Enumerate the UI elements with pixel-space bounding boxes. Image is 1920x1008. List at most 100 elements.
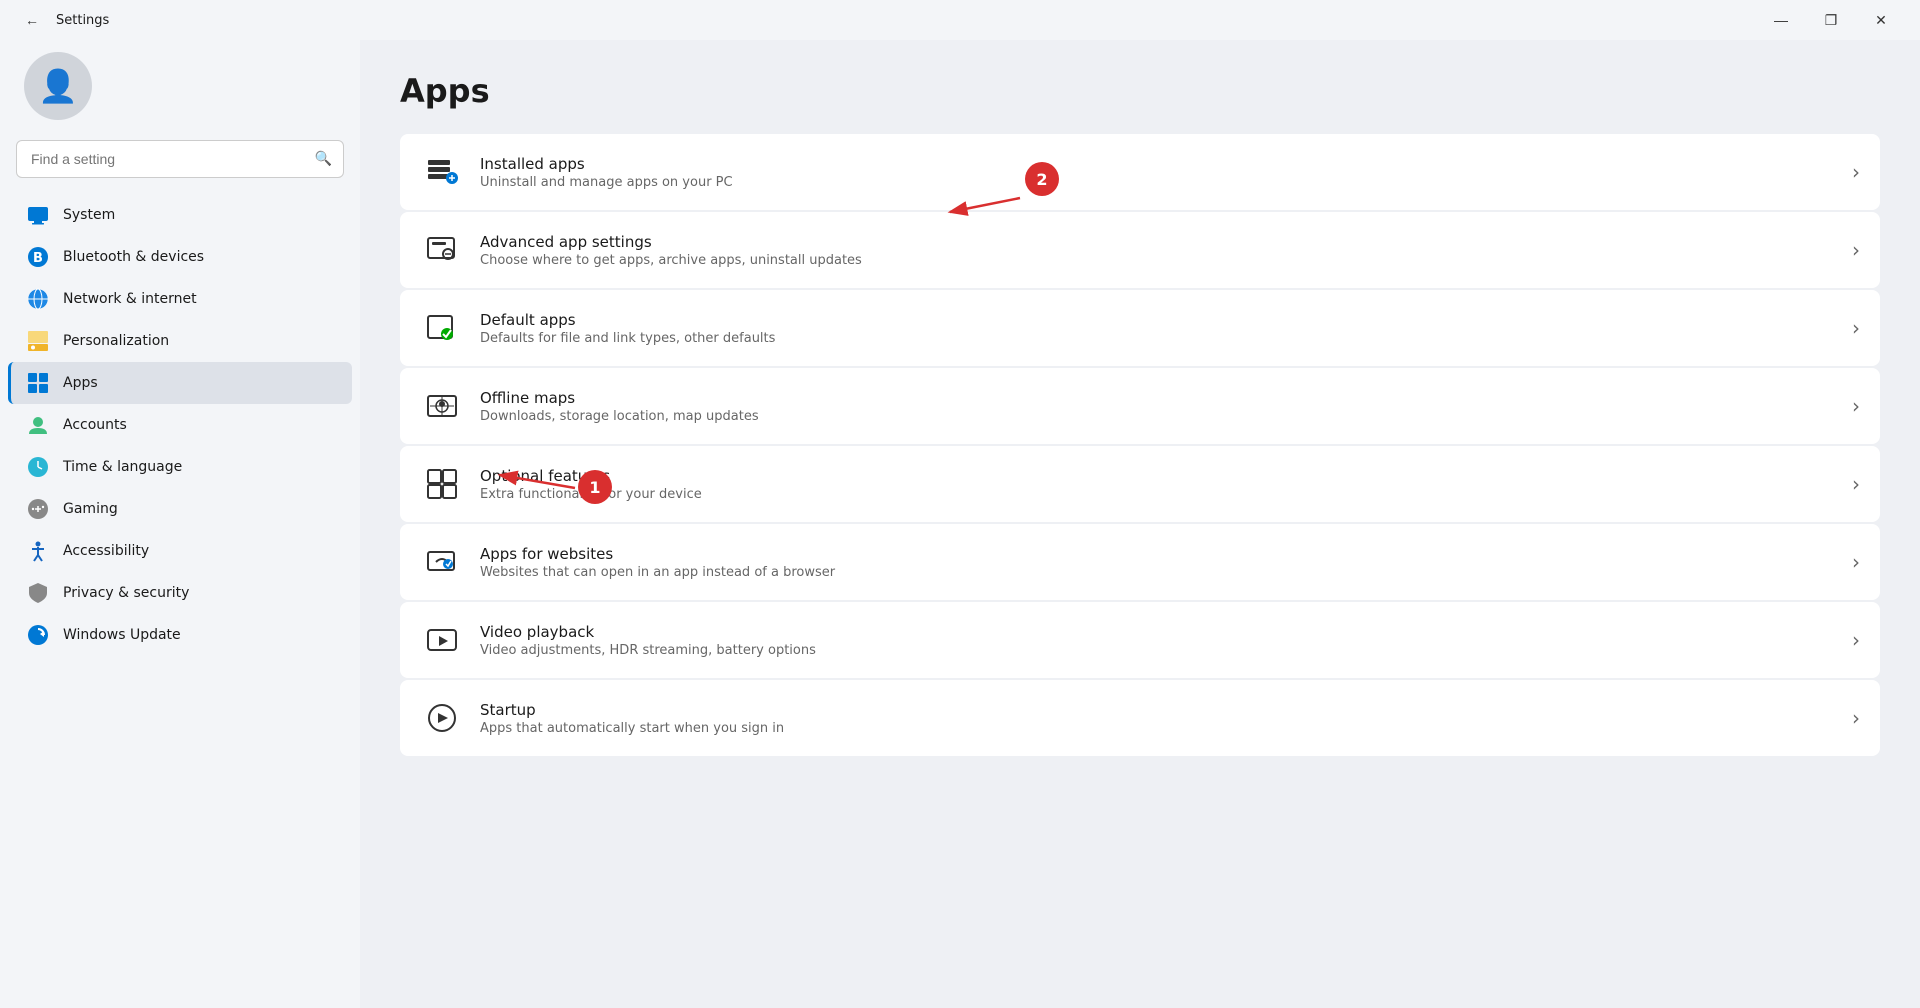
sidebar-item-label-privacy: Privacy & security — [63, 585, 189, 601]
svg-text:B: B — [33, 251, 43, 266]
settings-item-apps-for-websites[interactable]: Apps for websites Websites that can open … — [400, 524, 1880, 600]
startup-text: Startup Apps that automatically start whe… — [480, 701, 1836, 736]
user-profile[interactable]: 👤 — [8, 40, 352, 140]
startup-chevron: › — [1852, 706, 1860, 730]
accessibility-icon — [27, 540, 49, 562]
sidebar-item-label-gaming: Gaming — [63, 501, 118, 517]
video-playback-title: Video playback — [480, 623, 1836, 641]
sidebar-item-label-personalization: Personalization — [63, 333, 169, 349]
installed-apps-icon — [420, 150, 464, 194]
sidebar-item-personalization[interactable]: Personalization — [8, 320, 352, 362]
sidebar-item-label-bluetooth: Bluetooth & devices — [63, 249, 204, 265]
startup-title: Startup — [480, 701, 1836, 719]
startup-icon — [420, 696, 464, 740]
main-layout: 👤 🔍 System B Bluetooth & devices Network & … — [0, 40, 1920, 1008]
page-title: Apps — [400, 72, 1880, 110]
installed-apps-text: Installed apps Uninstall and manage apps … — [480, 155, 1836, 190]
video-playback-desc: Video adjustments, HDR streaming, batter… — [480, 643, 1836, 658]
personalization-icon — [27, 330, 49, 352]
installed-apps-title: Installed apps — [480, 155, 1836, 173]
bluetooth-icon: B — [27, 246, 49, 268]
sidebar: 👤 🔍 System B Bluetooth & devices Network & … — [0, 40, 360, 1008]
sidebar-item-privacy[interactable]: Privacy & security — [8, 572, 352, 614]
startup-desc: Apps that automatically start when you s… — [480, 721, 1836, 736]
window-controls: — ❐ ✕ — [1758, 4, 1904, 36]
sidebar-item-gaming[interactable]: Gaming — [8, 488, 352, 530]
sidebar-item-accessibility[interactable]: Accessibility — [8, 530, 352, 572]
avatar: 👤 — [24, 52, 92, 120]
settings-item-startup[interactable]: Startup Apps that automatically start whe… — [400, 680, 1880, 756]
advanced-app-settings-chevron: › — [1852, 238, 1860, 262]
advanced-app-settings-desc: Choose where to get apps, archive apps, … — [480, 253, 1836, 268]
back-button[interactable]: ← — [16, 4, 48, 36]
offline-maps-title: Offline maps — [480, 389, 1836, 407]
apps-for-websites-chevron: › — [1852, 550, 1860, 574]
windowsupdate-icon — [27, 624, 49, 646]
sidebar-item-label-windowsupdate: Windows Update — [63, 627, 181, 643]
search-box[interactable]: 🔍 — [16, 140, 344, 178]
minimize-button[interactable]: — — [1758, 4, 1804, 36]
advanced-app-settings-text: Advanced app settingsChoose where to get… — [480, 233, 1836, 268]
nav-list: System B Bluetooth & devices Network & inte… — [8, 194, 352, 656]
default-apps-chevron: › — [1852, 316, 1860, 340]
apps-for-websites-title: Apps for websites — [480, 545, 1836, 563]
accounts-icon — [27, 414, 49, 436]
settings-item-default-apps[interactable]: Default apps Defaults for file and link t… — [400, 290, 1880, 366]
video-playback-icon — [420, 618, 464, 662]
sidebar-item-bluetooth[interactable]: B Bluetooth & devices — [8, 236, 352, 278]
sidebar-item-label-system: System — [63, 207, 115, 223]
offline-maps-desc: Downloads, storage location, map updates — [480, 409, 1836, 424]
apps-for-websites-icon — [420, 540, 464, 584]
close-button[interactable]: ✕ — [1858, 4, 1904, 36]
sidebar-item-label-time: Time & language — [63, 459, 182, 475]
time-icon — [27, 456, 49, 478]
sidebar-item-network[interactable]: Network & internet — [8, 278, 352, 320]
optional-features-text: Optional features Extra functionality for… — [480, 467, 1836, 502]
settings-list: Installed apps Uninstall and manage apps … — [400, 134, 1880, 756]
sidebar-item-windowsupdate[interactable]: Windows Update — [8, 614, 352, 656]
video-playback-chevron: › — [1852, 628, 1860, 652]
apps-for-websites-desc: Websites that can open in an app instead… — [480, 565, 1836, 580]
badge-2: 2 — [1025, 162, 1059, 196]
sidebar-item-label-apps: Apps — [63, 375, 98, 391]
default-apps-title: Default apps — [480, 311, 1836, 329]
default-apps-desc: Defaults for file and link types, other … — [480, 331, 1836, 346]
offline-maps-text: Offline maps Downloads, storage location,… — [480, 389, 1836, 424]
privacy-icon — [27, 582, 49, 604]
back-icon: ← — [25, 12, 39, 28]
search-input[interactable] — [16, 140, 344, 178]
network-icon — [27, 288, 49, 310]
badge-1: 1 — [578, 470, 612, 504]
offline-maps-icon — [420, 384, 464, 428]
sidebar-item-apps[interactable]: Apps — [8, 362, 352, 404]
app-title: Settings — [56, 13, 109, 28]
optional-features-desc: Extra functionality for your device — [480, 487, 1836, 502]
settings-item-video-playback[interactable]: Video playback Video adjustments, HDR str… — [400, 602, 1880, 678]
sidebar-item-accounts[interactable]: Accounts — [8, 404, 352, 446]
default-apps-text: Default apps Defaults for file and link t… — [480, 311, 1836, 346]
optional-features-title: Optional features — [480, 467, 1836, 485]
installed-apps-desc: Uninstall and manage apps on your PC — [480, 175, 1836, 190]
settings-item-offline-maps[interactable]: Offline maps Downloads, storage location,… — [400, 368, 1880, 444]
person-icon: 👤 — [38, 67, 78, 105]
maximize-button[interactable]: ❐ — [1808, 4, 1854, 36]
content-wrapper: Apps Installed apps Uninstall and manage … — [360, 40, 1920, 1008]
gaming-icon — [27, 498, 49, 520]
titlebar-left: ← Settings — [16, 4, 109, 36]
sidebar-item-label-accessibility: Accessibility — [63, 543, 149, 559]
optional-features-chevron: › — [1852, 472, 1860, 496]
settings-item-installed-apps[interactable]: Installed apps Uninstall and manage apps … — [400, 134, 1880, 210]
offline-maps-chevron: › — [1852, 394, 1860, 418]
settings-item-optional-features[interactable]: Optional features Extra functionality for… — [400, 446, 1880, 522]
sidebar-item-label-accounts: Accounts — [63, 417, 127, 433]
sidebar-item-system[interactable]: System — [8, 194, 352, 236]
advanced-app-settings-icon — [420, 228, 464, 272]
apps-for-websites-text: Apps for websites Websites that can open … — [480, 545, 1836, 580]
sidebar-item-time[interactable]: Time & language — [8, 446, 352, 488]
titlebar: ← Settings — ❐ ✕ — [0, 0, 1920, 40]
system-icon — [27, 204, 49, 226]
optional-features-icon — [420, 462, 464, 506]
settings-item-advanced-app-settings[interactable]: Advanced app settingsChoose where to get… — [400, 212, 1880, 288]
default-apps-icon — [420, 306, 464, 350]
installed-apps-chevron: › — [1852, 160, 1860, 184]
